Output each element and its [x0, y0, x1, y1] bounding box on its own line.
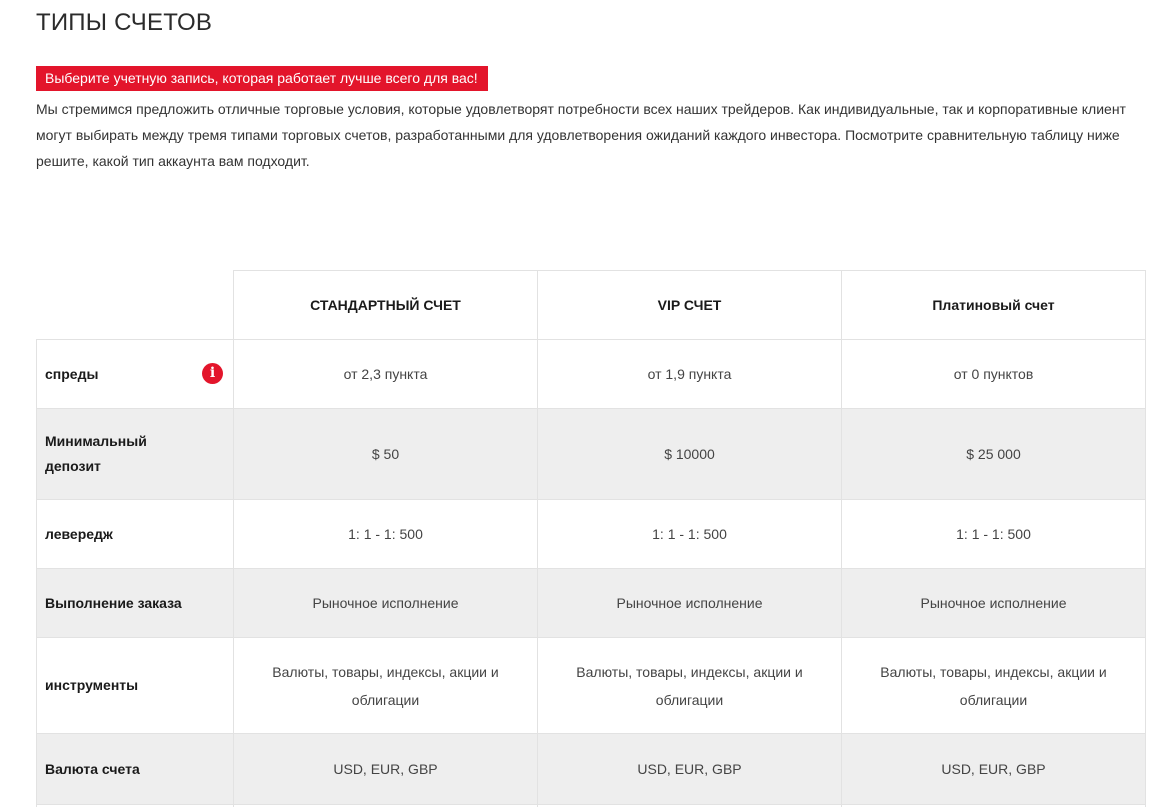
table-row-min-deposit: Минимальный депозит $ 50 $ 10000 $ 25 00… — [36, 408, 1146, 500]
table-cell: от 0 пунктов — [841, 339, 1146, 409]
table-cell: 1: 1 - 1: 500 — [841, 499, 1146, 569]
intro-text: Мы стремимся предложить отличные торговы… — [36, 96, 1164, 174]
table-row-spreads: спреды i от 2,3 пункта от 1,9 пункта от … — [36, 339, 1146, 409]
info-icon[interactable]: i — [202, 363, 223, 384]
intro-line: Мы стремимся предложить отличные торговы… — [36, 101, 1126, 117]
row-label: инструменты — [36, 637, 234, 734]
table-header-row: СТАНДАРТНЫЙ СЧЕТ VIP СЧЕТ Платиновый сче… — [36, 270, 1146, 340]
table-cell: Валюты, товары, индексы, акции и облигац… — [841, 637, 1146, 734]
table-row-account-currency: Валюта счета USD, EUR, GBP USD, EUR, GBP… — [36, 733, 1146, 805]
table-cell: от 1,9 пункта — [537, 339, 842, 409]
table-cell: Рыночное исполнение — [233, 568, 538, 638]
table-row-leverage: левередж 1: 1 - 1: 500 1: 1 - 1: 500 1: … — [36, 499, 1146, 569]
intro-line: могут выбирать между тремя типами торгов… — [36, 127, 1120, 143]
row-label-text: Минимальный депозит — [45, 433, 147, 474]
account-comparison-table: СТАНДАРТНЫЙ СЧЕТ VIP СЧЕТ Платиновый сче… — [36, 270, 1146, 807]
table-cell: $ 50 — [233, 408, 538, 500]
row-label: Выполнение заказа — [36, 568, 234, 638]
row-label: левередж — [36, 499, 234, 569]
table-cell-text: Валюты, товары, индексы, акции и облигац… — [272, 663, 499, 708]
table-row-order-execution: Выполнение заказа Рыночное исполнение Ры… — [36, 568, 1146, 638]
row-label: Валюта счета — [36, 733, 234, 805]
table-row-instruments: инструменты Валюты, товары, индексы, акц… — [36, 637, 1146, 734]
plan-header-standard: СТАНДАРТНЫЙ СЧЕТ — [233, 270, 538, 340]
highlight-banner: Выберите учетную запись, которая работае… — [36, 66, 488, 91]
row-label: Минимальный депозит — [36, 408, 234, 500]
table-cell: от 2,3 пункта — [233, 339, 538, 409]
plan-header-platinum: Платиновый счет — [841, 270, 1146, 340]
table-cell: USD, EUR, GBP — [233, 733, 538, 805]
account-types-page: ТИПЫ СЧЕТОВ Выберите учетную запись, кот… — [0, 0, 1164, 807]
page-title: ТИПЫ СЧЕТОВ — [36, 9, 213, 36]
table-cell: USD, EUR, GBP — [537, 733, 842, 805]
table-cell: Рыночное исполнение — [537, 568, 842, 638]
table-cell: Валюты, товары, индексы, акции и облигац… — [233, 637, 538, 734]
header-empty-cell — [36, 270, 234, 340]
table-cell-text: Валюты, товары, индексы, акции и облигац… — [576, 663, 803, 708]
table-cell-text: Валюты, товары, индексы, акции и облигац… — [880, 663, 1107, 708]
table-cell: 1: 1 - 1: 500 — [537, 499, 842, 569]
table-cell: USD, EUR, GBP — [841, 733, 1146, 805]
table-cell: 1: 1 - 1: 500 — [233, 499, 538, 569]
plan-header-vip: VIP СЧЕТ — [537, 270, 842, 340]
intro-line: решите, какой тип аккаунта вам подходит. — [36, 153, 310, 169]
table-cell: Валюты, товары, индексы, акции и облигац… — [537, 637, 842, 734]
row-label-text: спреды — [45, 365, 99, 382]
table-cell: $ 25 000 — [841, 408, 1146, 500]
table-cell: $ 10000 — [537, 408, 842, 500]
row-label: спреды i — [36, 339, 234, 409]
table-cell: Рыночное исполнение — [841, 568, 1146, 638]
